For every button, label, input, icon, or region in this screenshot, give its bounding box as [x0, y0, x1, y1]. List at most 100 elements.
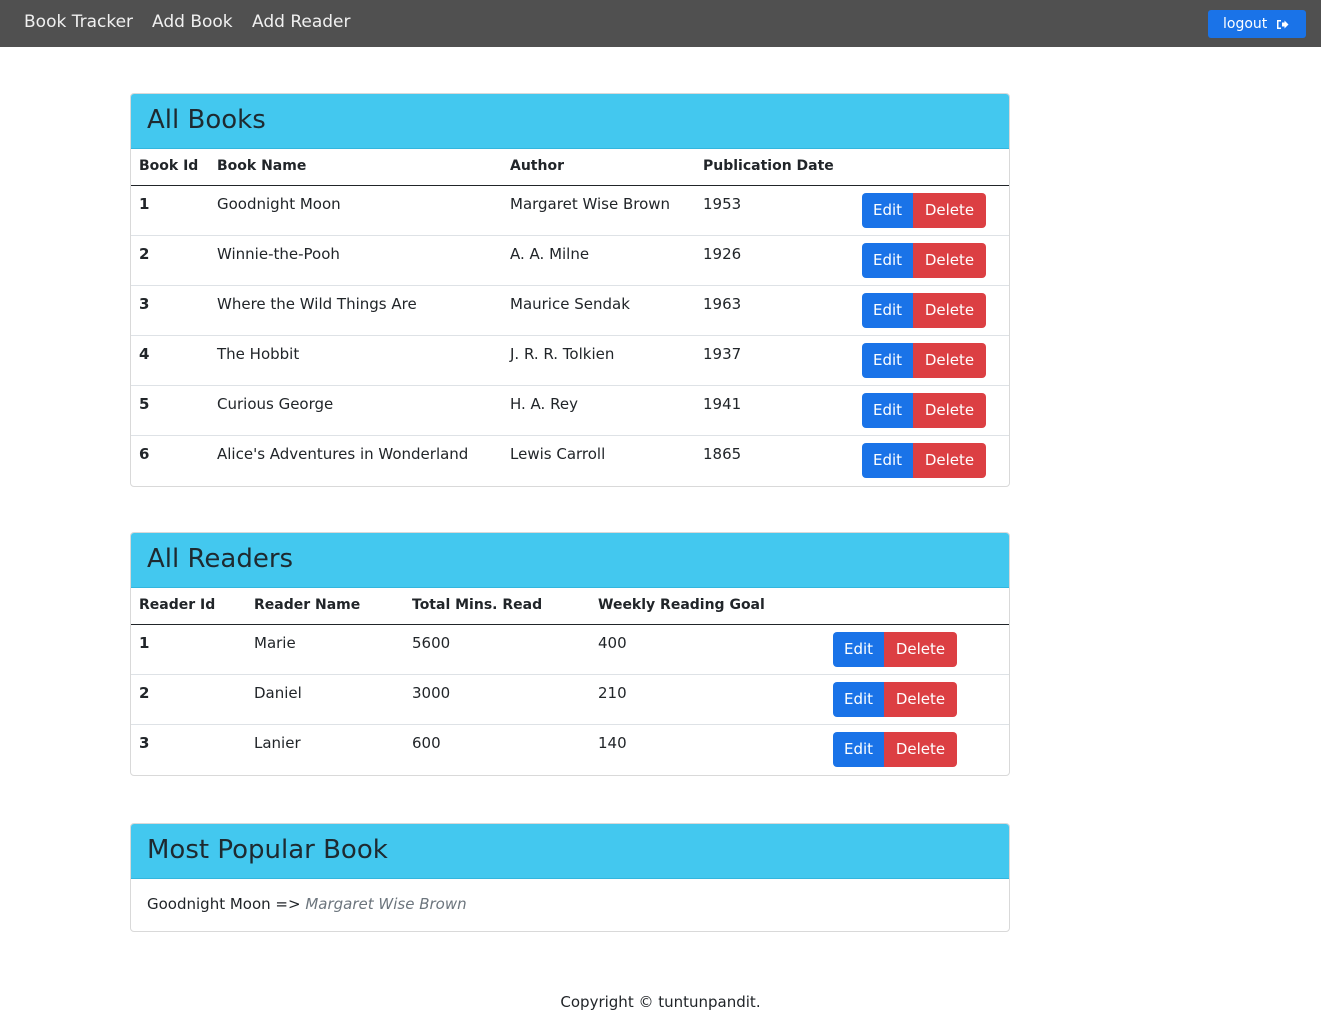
footer-copyright: Copyright © tuntunpandit.: [560, 993, 761, 1011]
reader-mins-cell: 600: [412, 734, 441, 752]
edit-book-button[interactable]: Edit: [862, 343, 913, 378]
book-author-cell: Margaret Wise Brown: [510, 195, 671, 213]
edit-book-button[interactable]: Edit: [862, 243, 913, 278]
sign-out-icon: [1277, 20, 1289, 29]
reader-actions: Edit Delete: [833, 732, 957, 767]
book-author-cell: H. A. Rey: [510, 395, 578, 413]
delete-book-button[interactable]: Delete: [913, 193, 986, 228]
add-book-link[interactable]: Add Book: [152, 11, 233, 33]
book-name-cell: Where the Wild Things Are: [217, 295, 417, 313]
col-author: Author: [510, 158, 564, 174]
delete-reader-button[interactable]: Delete: [884, 632, 957, 667]
reader-actions: Edit Delete: [833, 682, 957, 717]
delete-book-button[interactable]: Delete: [913, 443, 986, 478]
book-author-cell: Maurice Sendak: [510, 295, 630, 313]
most-popular-card: Most Popular Book Goodnight Moon => Marg…: [130, 823, 1010, 932]
edit-reader-button[interactable]: Edit: [833, 682, 884, 717]
logout-label: logout: [1223, 16, 1268, 32]
edit-book-button[interactable]: Edit: [862, 443, 913, 478]
reader-actions: Edit Delete: [833, 632, 957, 667]
all-books-title: All Books: [147, 105, 266, 135]
book-name-cell: Alice's Adventures in Wonderland: [217, 445, 469, 463]
books-table-header: Book Id Book Name Author Publication Dat…: [131, 149, 1009, 186]
book-name-cell: The Hobbit: [217, 345, 300, 363]
book-date-cell: 1926: [703, 245, 742, 263]
book-id-cell: 5: [139, 395, 150, 413]
books-table: Book Id Book Name Author Publication Dat…: [131, 149, 1009, 486]
reader-goal-cell: 210: [598, 684, 627, 702]
delete-book-button[interactable]: Delete: [913, 343, 986, 378]
col-reader-id: Reader Id: [139, 597, 216, 613]
col-weekly-goal: Weekly Reading Goal: [598, 597, 765, 613]
edit-book-button[interactable]: Edit: [862, 393, 913, 428]
reader-id-cell: 1: [139, 634, 150, 652]
book-id-cell: 4: [139, 345, 150, 363]
book-date-cell: 1937: [703, 345, 742, 363]
delete-book-button[interactable]: Delete: [913, 293, 986, 328]
book-id-cell: 1: [139, 195, 150, 213]
book-name-cell: Goodnight Moon: [217, 195, 341, 213]
reader-row: 3 Lanier 600 140 Edit Delete: [131, 725, 1009, 775]
reader-row: 2 Daniel 3000 210 Edit Delete: [131, 675, 1009, 725]
book-author-cell: J. R. R. Tolkien: [510, 345, 615, 363]
edit-reader-button[interactable]: Edit: [833, 632, 884, 667]
add-reader-link[interactable]: Add Reader: [252, 11, 350, 33]
edit-book-button[interactable]: Edit: [862, 293, 913, 328]
book-actions: Edit Delete: [862, 293, 986, 328]
book-actions: Edit Delete: [862, 343, 986, 378]
book-row: 1 Goodnight Moon Margaret Wise Brown 1953 Ed…: [131, 186, 1009, 236]
book-actions: Edit Delete: [862, 443, 986, 478]
all-books-card: All Books Book Id Book Name Author Publi…: [130, 93, 1010, 487]
book-actions: Edit Delete: [862, 393, 986, 428]
book-id-cell: 3: [139, 295, 150, 313]
book-row: 2 Winnie-the-Pooh A. A. Milne 1926 Edit Delet…: [131, 236, 1009, 286]
book-author-cell: A. A. Milne: [510, 245, 590, 263]
reader-goal-cell: 140: [598, 734, 627, 752]
reader-name-cell: Lanier: [254, 734, 301, 752]
book-id-cell: 2: [139, 245, 150, 263]
all-readers-card: All Readers Reader Id Reader Name Total …: [130, 532, 1010, 776]
book-date-cell: 1941: [703, 395, 742, 413]
edit-reader-button[interactable]: Edit: [833, 732, 884, 767]
readers-table-header: Reader Id Reader Name Total Mins. Read W…: [131, 588, 1009, 625]
book-author-cell: Lewis Carroll: [510, 445, 606, 463]
book-row: 6 Alice's Adventures in Wonderland Lewis C…: [131, 436, 1009, 486]
all-readers-title: All Readers: [147, 544, 294, 574]
book-name-cell: Curious George: [217, 395, 334, 413]
edit-book-button[interactable]: Edit: [862, 193, 913, 228]
most-popular-body: Goodnight Moon => Margaret Wise Brown: [131, 879, 1009, 931]
most-popular-title: Most Popular Book: [147, 835, 388, 865]
reader-goal-cell: 400: [598, 634, 627, 652]
reader-name-cell: Daniel: [254, 684, 302, 702]
book-name-cell: Winnie-the-Pooh: [217, 245, 340, 263]
delete-reader-button[interactable]: Delete: [884, 732, 957, 767]
reader-name-cell: Marie: [254, 634, 296, 652]
col-reader-name: Reader Name: [254, 597, 361, 613]
book-date-cell: 1963: [703, 295, 742, 313]
book-actions: Edit Delete: [862, 193, 986, 228]
reader-mins-cell: 3000: [412, 684, 451, 702]
book-row: 3 Where the Wild Things Are Maurice Sendak…: [131, 286, 1009, 336]
logout-button[interactable]: logout: [1208, 10, 1306, 38]
book-actions: Edit Delete: [862, 243, 986, 278]
popular-separator: =>: [270, 895, 306, 913]
all-books-header: All Books: [131, 94, 1009, 149]
col-book-id: Book Id: [139, 158, 199, 174]
delete-book-button[interactable]: Delete: [913, 393, 986, 428]
popular-book-name: Goodnight Moon: [147, 895, 271, 913]
reader-id-cell: 3: [139, 734, 150, 752]
delete-reader-button[interactable]: Delete: [884, 682, 957, 717]
book-row: 4 The Hobbit J. R. R. Tolkien 1937 Edit Delet…: [131, 336, 1009, 386]
readers-table: Reader Id Reader Name Total Mins. Read W…: [131, 588, 1009, 775]
reader-mins-cell: 5600: [412, 634, 451, 652]
book-date-cell: 1865: [703, 445, 742, 463]
delete-book-button[interactable]: Delete: [913, 243, 986, 278]
col-publication-date: Publication Date: [703, 158, 834, 174]
col-book-name: Book Name: [217, 158, 307, 174]
all-readers-header: All Readers: [131, 533, 1009, 588]
reader-row: 1 Marie 5600 400 Edit Delete: [131, 625, 1009, 675]
book-id-cell: 6: [139, 445, 150, 463]
most-popular-header: Most Popular Book: [131, 824, 1009, 879]
popular-book-author: Margaret Wise Brown: [305, 895, 467, 913]
brand-link[interactable]: Book Tracker: [24, 11, 133, 33]
